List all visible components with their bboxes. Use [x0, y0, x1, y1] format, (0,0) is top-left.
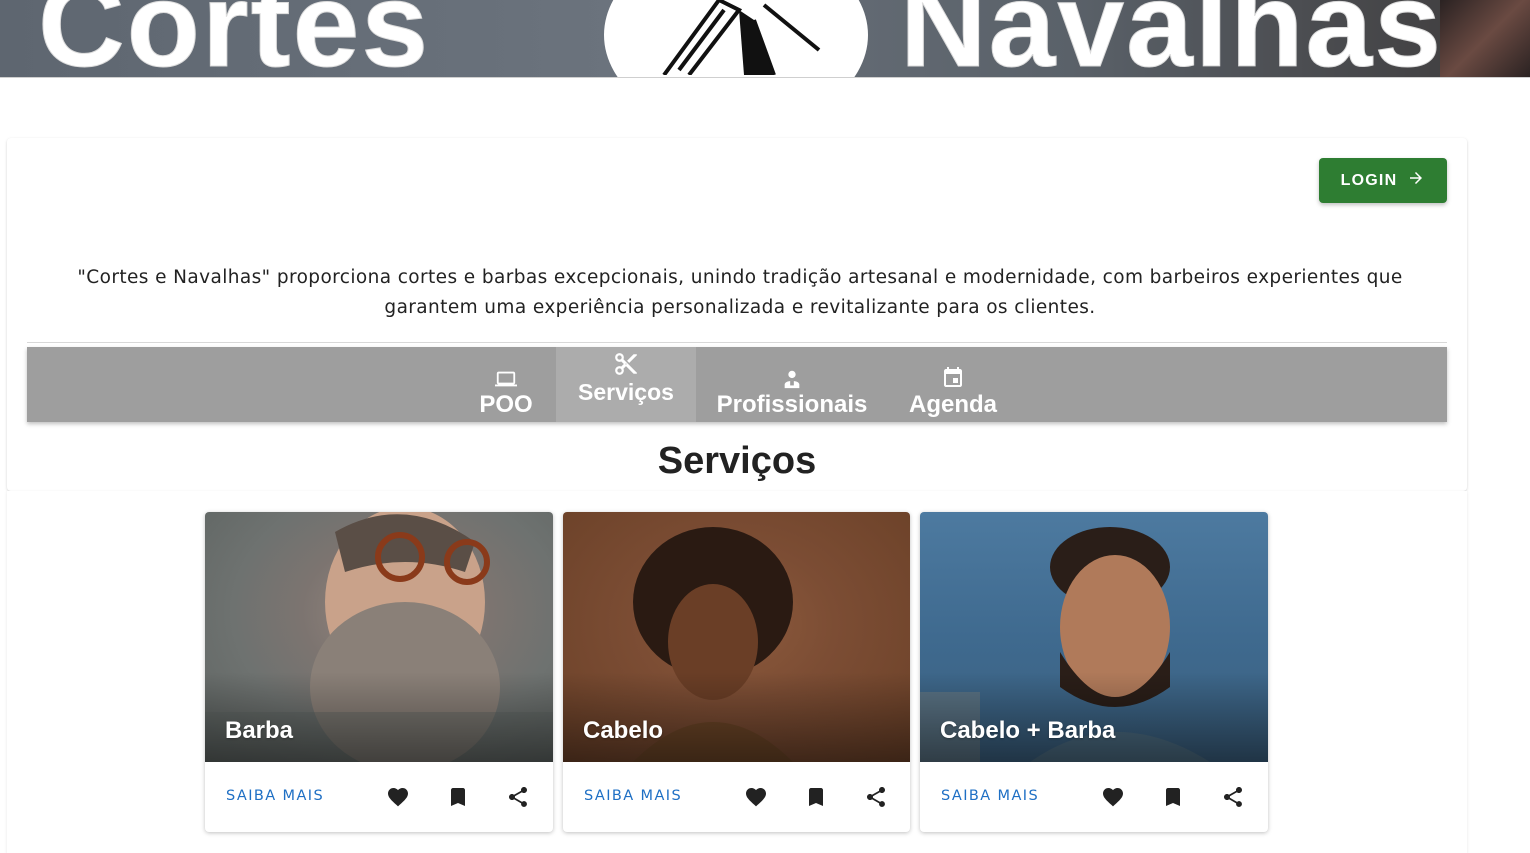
banner-photo: [1440, 0, 1530, 77]
calendar-icon: [941, 364, 965, 390]
tab-label: Agenda: [908, 391, 997, 418]
share-icon[interactable]: [1221, 785, 1245, 809]
intro-description: "Cortes e Navalhas" proporciona cortes e…: [77, 267, 1403, 318]
service-card-barba: Barba SAIBA MAIS: [205, 512, 553, 832]
service-title: Cabelo + Barba: [940, 717, 1116, 744]
share-icon[interactable]: [864, 785, 888, 809]
tab-agenda[interactable]: Agenda: [897, 347, 1009, 422]
service-card-cabelo-barba: Cabelo + Barba SAIBA MAIS: [920, 512, 1268, 832]
saiba-mais-link[interactable]: SAIBA MAIS: [941, 788, 1039, 804]
service-card-cabelo: Cabelo SAIBA MAIS: [563, 512, 910, 832]
banner-word-right: Navalhas: [900, 0, 1443, 78]
tab-bar: POO Serviços Profissionais Agenda: [27, 347, 1447, 422]
login-button[interactable]: LOGIN: [1319, 158, 1447, 203]
saiba-mais-link[interactable]: SAIBA MAIS: [584, 788, 682, 804]
service-title: Barba: [225, 717, 294, 744]
tab-poo[interactable]: POO: [456, 347, 556, 422]
tab-label: POO: [479, 391, 533, 418]
tab-label: Serviços: [578, 379, 674, 405]
heart-icon[interactable]: [1101, 785, 1125, 809]
login-label: LOGIN: [1340, 171, 1398, 189]
arrow-right-icon: [1407, 169, 1425, 192]
razor-emblem-icon: [604, 0, 868, 77]
share-icon[interactable]: [506, 785, 530, 809]
laptop-icon: [493, 364, 519, 390]
service-image: Cabelo: [563, 512, 910, 762]
service-image: Barba: [205, 512, 553, 762]
banner: Cortes Navalhas: [0, 0, 1530, 78]
service-image: Cabelo + Barba: [920, 512, 1268, 762]
divider: [27, 342, 1447, 343]
saiba-mais-link[interactable]: SAIBA MAIS: [226, 788, 324, 804]
tab-profissionais[interactable]: Profissionais: [707, 347, 877, 422]
tab-servicos[interactable]: Serviços: [556, 347, 696, 422]
bookmark-icon[interactable]: [804, 785, 828, 809]
heart-icon[interactable]: [386, 785, 410, 809]
bookmark-icon[interactable]: [446, 785, 470, 809]
service-title: Cabelo: [583, 717, 664, 744]
section-title: Serviços: [657, 440, 817, 482]
scissors-icon: [613, 351, 639, 377]
heart-icon[interactable]: [744, 785, 768, 809]
tab-label: Profissionais: [716, 391, 868, 418]
person-badge-icon: [781, 364, 803, 390]
banner-word-left: Cortes: [37, 0, 431, 78]
bookmark-icon[interactable]: [1161, 785, 1185, 809]
